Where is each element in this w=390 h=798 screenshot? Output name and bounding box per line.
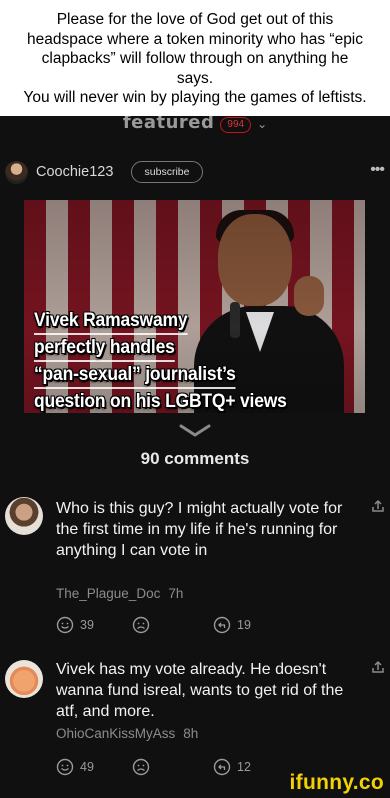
featured-count-badge: 994 — [220, 117, 252, 133]
reply-icon — [213, 616, 231, 634]
unsmile-button[interactable] — [132, 758, 150, 776]
smile-button[interactable]: 39 — [56, 616, 94, 634]
comment-author[interactable]: The_Plague_Doc — [56, 586, 160, 601]
post-image[interactable]: Vivek Ramaswamy perfectly handles “pan-s… — [24, 200, 365, 413]
caption-line: says. — [176, 69, 214, 87]
like-count: 49 — [80, 760, 94, 774]
reply-count: 12 — [237, 760, 251, 774]
overlay-line: “pan-sexual” journalist’s — [34, 362, 236, 389]
more-dots-icon[interactable]: ••• — [370, 161, 385, 179]
reply-button[interactable]: 19 — [213, 616, 251, 634]
reply-count: 19 — [237, 618, 251, 632]
comment-time: 8h — [183, 726, 199, 741]
like-count: 39 — [80, 618, 94, 632]
smile-icon — [56, 758, 74, 776]
subscribe-button[interactable]: subscribe — [131, 161, 203, 183]
featured-header[interactable]: featured 994 ⌄ — [0, 116, 390, 136]
unsmile-icon — [132, 758, 150, 776]
caption-line: Please for the love of God get out of th… — [56, 11, 334, 28]
overlay-line: perfectly handles — [34, 335, 175, 362]
chevron-down-icon[interactable]: ⌄ — [257, 117, 267, 131]
reply-icon — [213, 758, 231, 776]
caption-line: clapbacks” will follow through on anythi… — [41, 50, 349, 67]
comment-text: Who is this guy? I might actually vote f… — [56, 500, 343, 559]
comment-meta: OhioCanKissMyAss 8h — [56, 726, 198, 741]
featured-title: featured — [122, 116, 215, 133]
ifunny-app-screen: featured 994 ⌄ Coochie123 subscribe ••• … — [0, 116, 390, 798]
chevron-down-icon[interactable] — [179, 424, 211, 438]
smile-icon — [56, 616, 74, 634]
image-overlay-caption: Vivek Ramaswamy perfectly handles “pan-s… — [34, 308, 338, 413]
comment-time: 7h — [168, 586, 184, 601]
share-icon[interactable] — [371, 660, 385, 674]
avatar[interactable] — [5, 660, 43, 698]
comment-author[interactable]: OhioCanKissMyAss — [56, 726, 175, 741]
comment-meta: The_Plague_Doc 7h — [56, 586, 183, 601]
post-header: Coochie123 subscribe ••• — [0, 159, 390, 193]
comment-text: Vivek has my vote already. He doesn't wa… — [56, 661, 344, 720]
caption-line: You will never win by playing the games … — [23, 89, 367, 106]
unsmile-button[interactable] — [132, 616, 150, 634]
avatar[interactable] — [5, 497, 43, 535]
caption-line: headspace where a token minority who has… — [26, 30, 364, 48]
comments-count: 90 comments — [140, 449, 250, 468]
overlay-line: question on his LGBTQ+ views — [34, 389, 287, 413]
ifunny-watermark: ifunny.co — [289, 771, 384, 794]
post-author-username[interactable]: Coochie123 — [36, 164, 113, 180]
unsmile-icon — [132, 616, 150, 634]
overlay-line: Vivek Ramaswamy — [34, 308, 188, 335]
reply-button[interactable]: 12 — [213, 758, 251, 776]
avatar[interactable] — [5, 161, 28, 184]
share-icon[interactable] — [371, 499, 385, 513]
caption-text: Please for the love of God get out of th… — [0, 0, 390, 116]
smile-button[interactable]: 49 — [56, 758, 94, 776]
